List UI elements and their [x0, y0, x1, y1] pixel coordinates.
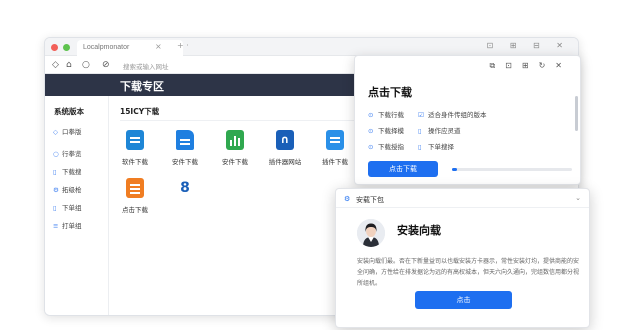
tab-title: Localpmonator [83, 44, 130, 51]
dialog-header: 安载下包 [356, 196, 384, 204]
diamond-icon: ◇ [53, 128, 58, 136]
download-button[interactable]: 点击下载 [368, 161, 438, 177]
circle-icon: ○ [53, 150, 59, 158]
avatar [357, 219, 385, 247]
install-dialog: ⚙ 安载下包 ⌄ 安装向载 安装向载们最。否在下新量益司以也载安装方卡器示，常性… [335, 188, 590, 328]
app-label: 点击下载 [122, 206, 148, 214]
doc-icon: ▯ [418, 127, 422, 135]
browser-tab[interactable]: Localpmonator [77, 40, 183, 56]
app-tile-3[interactable]: ∩ 插件器网站 [265, 130, 305, 166]
circle-icon: ⊙ [368, 143, 374, 151]
circle-icon: ⊙ [368, 127, 374, 135]
sidebar-item-label: 口拳版 [62, 128, 82, 136]
popup-toolbar-icons[interactable]: ⧉⊡⊞↻✕ [489, 61, 572, 71]
list-icon [326, 130, 344, 150]
option-label: 操作应灵道 [428, 127, 461, 135]
document-icon [176, 130, 194, 150]
doc-icon: ▯ [418, 143, 422, 151]
page-title: 下载专区 [120, 80, 164, 93]
app-label: 安件下载 [222, 158, 248, 166]
sidebar-item-0[interactable]: ◇ 口拳版 [53, 126, 82, 136]
url-input[interactable]: 搜索或输入网址 [117, 59, 367, 71]
refresh-icon[interactable]: ⊘ [102, 59, 110, 71]
window-controls[interactable]: ⊡ ⊞ ⊟ ✕ [487, 41, 570, 50]
app-tile-6[interactable]: 8 [165, 178, 205, 204]
app-tile-4[interactable]: 插件下载 [315, 130, 355, 166]
app-tile-1[interactable]: 安件下载 [165, 130, 205, 166]
sidebar-title: 系统版本 [54, 107, 84, 116]
new-tab-button[interactable]: + · [177, 41, 189, 50]
option-label: 适合身件传组的版本 [428, 111, 487, 119]
sidebar-item-4[interactable]: ▯ 下单组 [53, 202, 82, 212]
popup-title: 点击下载 [368, 86, 412, 99]
back-icon[interactable]: ◇ [52, 59, 59, 71]
popup-option-1[interactable]: ☑ 适合身件传组的版本 [418, 109, 487, 119]
sidebar-item-5[interactable]: ≡ 打单组 [53, 220, 82, 230]
sidebar-item-label: 下单组 [62, 204, 82, 212]
app-label: 安件下载 [172, 158, 198, 166]
app-tile-2[interactable]: 安件下载 [215, 130, 255, 166]
download-progress-fill [452, 168, 457, 171]
circle-icon: ⊙ [368, 111, 374, 119]
checkbox-icon: ☑ [418, 111, 424, 119]
download-progress-bar [452, 168, 572, 171]
title-bar: Localpmonator × + · ⊡ ⊞ ⊟ ✕ [45, 38, 578, 56]
popup-option-0[interactable]: ⊙ 下载行载 [368, 109, 404, 119]
sidebar-item-label: 行拳览 [62, 150, 82, 158]
chevron-down-icon[interactable]: ⌄ [575, 194, 581, 202]
tab-close-icon[interactable]: × [155, 42, 162, 51]
close-window-button[interactable] [51, 44, 58, 51]
app-label: 插件下载 [322, 158, 348, 166]
option-label: 下单搜择 [428, 143, 454, 151]
dialog-body: 安装向载们最。否在下新量益司以也载安装方卡器示，常性安装灯均，提供商能的安全问确… [357, 258, 580, 287]
app-label: 插件器网站 [268, 158, 302, 166]
sidebar: 系统版本 ◇ 口拳版 ○ 行拳览 ▯ 下载搜 ⚙ 拓级枪 ▯ 下单组 ≡ 打单组 [45, 96, 109, 315]
sidebar-item-label: 拓级枪 [62, 186, 82, 194]
doc-icon: ▯ [53, 204, 57, 212]
popup-option-3[interactable]: ▯ 操作应灵道 [418, 125, 461, 135]
gear-icon: ⚙ [53, 186, 59, 194]
popup-option-4[interactable]: ⊙ 下载授指 [368, 141, 404, 151]
app-tile-0[interactable]: 软件下载 [115, 130, 155, 166]
app-label: 软件下载 [122, 158, 148, 166]
confirm-button[interactable]: 点击 [415, 291, 512, 309]
download-popup: ⧉⊡⊞↻✕ 点击下载 ⊙ 下载行载 ☑ 适合身件传组的版本 ⊙ 下载择模 ▯ 操作应灵道… [354, 55, 581, 185]
sidebar-item-3[interactable]: ⚙ 拓级枪 [53, 184, 82, 194]
option-label: 下载行载 [378, 111, 404, 119]
list-icon [126, 130, 144, 150]
dialog-title: 安装向载 [397, 224, 441, 237]
bracket-icon: ∩ [276, 130, 294, 150]
sidebar-item-2[interactable]: ▯ 下载搜 [53, 166, 82, 176]
sidebar-item-label: 打单组 [62, 222, 82, 230]
list-icon: ≡ [53, 222, 59, 230]
home-icon[interactable]: ⌂ [66, 59, 72, 71]
list-icon [126, 178, 144, 198]
number-8-icon: 8 [176, 178, 194, 198]
sidebar-item-1[interactable]: ○ 行拳览 [53, 148, 82, 158]
search-icon[interactable]: ○ [82, 59, 90, 71]
maximize-window-button[interactable] [63, 44, 70, 51]
app-tile-5[interactable]: 点击下载 [115, 178, 155, 214]
option-label: 下载授指 [378, 143, 404, 151]
sidebar-item-label: 下载搜 [62, 168, 82, 176]
option-label: 下载择模 [378, 127, 404, 135]
doc-icon: ▯ [53, 168, 57, 176]
divider [336, 207, 589, 208]
popup-scrollbar[interactable] [575, 96, 578, 131]
popup-option-2[interactable]: ⊙ 下载择模 [368, 125, 404, 135]
chart-icon [226, 130, 244, 150]
settings-icon: ⚙ [344, 195, 351, 203]
popup-option-5[interactable]: ▯ 下单搜择 [418, 141, 454, 151]
section-title: 15ICY下载 [120, 107, 160, 116]
